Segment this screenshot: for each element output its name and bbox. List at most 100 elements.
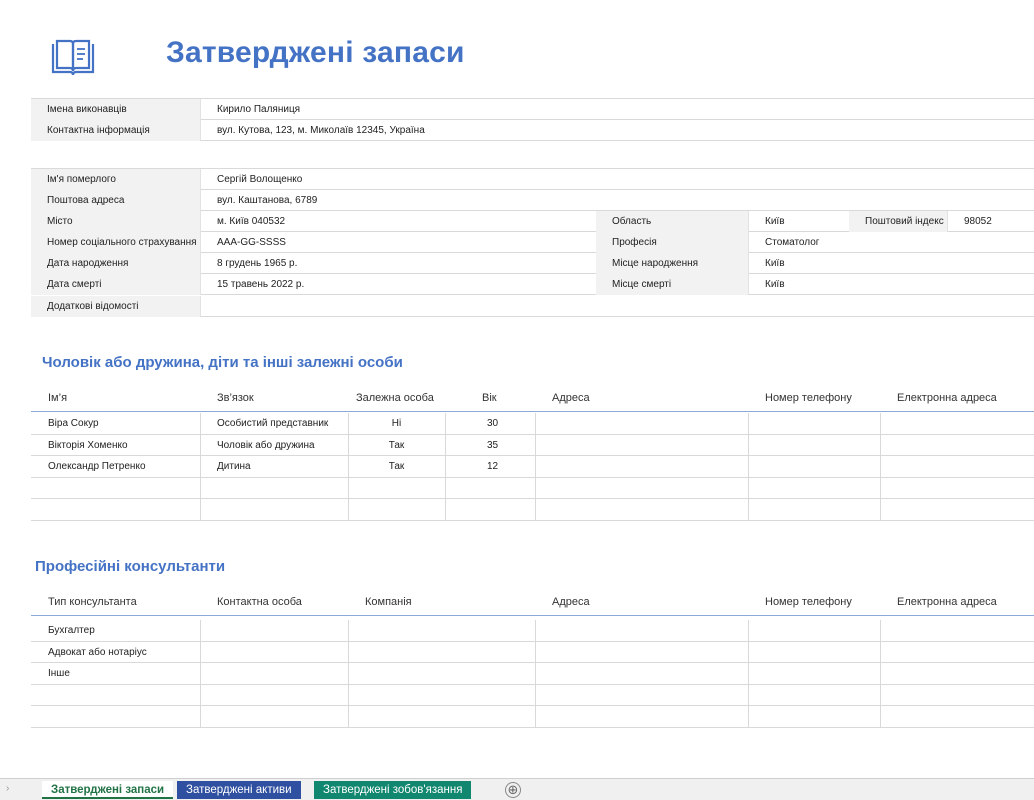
advisors-cell[interactable] [200,620,348,641]
col-advisor-phone: Номер телефону [765,596,852,608]
tab-approved-assets[interactable]: Затверджені активи [177,781,301,799]
dependents-cell[interactable]: Вікторія Хоменко [31,435,200,456]
ssn-value[interactable]: AAA-GG-SSSS [201,232,596,253]
deceased-name-label: Ім'я померлого [31,169,201,190]
tab-approved-inventory[interactable]: Затверджені запаси [42,781,174,799]
advisors-cell[interactable] [535,620,748,641]
dependents-cell[interactable] [348,478,445,499]
advisors-gridline [748,620,749,728]
dependents-cell[interactable] [748,478,880,499]
deceased-name-value[interactable]: Сергій Волощенко [201,169,1034,190]
advisors-row: Інше [31,663,1034,685]
col-advisor-address: Адреса [552,596,590,608]
dependents-cell[interactable] [348,499,445,520]
dependents-cell[interactable] [200,499,348,520]
advisors-cell[interactable] [535,663,748,684]
scroll-left-icon[interactable]: › [6,783,9,794]
advisors-cell[interactable] [535,642,748,663]
dependents-cell[interactable]: 30 [445,413,535,434]
dependents-cell[interactable] [445,499,535,520]
dependents-cell[interactable]: Так [348,456,445,477]
dependents-cell[interactable]: Особистий представник [200,413,348,434]
col-contact: Контактна особа [217,596,302,608]
dependents-cell[interactable] [880,499,1034,520]
dependents-cell[interactable] [445,478,535,499]
dependents-gridline [880,413,881,521]
profession-value[interactable]: Стоматолог [749,232,1034,253]
death-place-value[interactable]: Київ [749,274,1034,295]
advisors-cell[interactable] [535,685,748,706]
executor-contact-value[interactable]: вул. Кутова, 123, м. Миколаїв 12345, Укр… [201,120,1034,141]
dependents-cell[interactable] [535,499,748,520]
deceased-address-value[interactable]: вул. Каштанова, 6789 [201,190,1034,211]
dependents-cell[interactable] [535,435,748,456]
advisors-cell[interactable] [31,706,200,727]
dependents-cell[interactable] [31,499,200,520]
advisors-cell[interactable]: Бухгалтер [31,620,200,641]
birth-place-value[interactable]: Київ [749,253,1034,274]
dependents-cell[interactable]: Ні [348,413,445,434]
col-relation: Зв’язок [217,392,254,404]
birth-date-label: Дата народження [31,253,201,274]
advisors-cell[interactable] [200,663,348,684]
advisors-cell[interactable] [880,706,1034,727]
city-value[interactable]: м. Київ 040532 [201,211,596,232]
zip-value[interactable]: 98052 [948,211,1034,232]
dependents-cell[interactable] [535,413,748,434]
advisors-cell[interactable] [748,685,880,706]
advisors-cell[interactable] [880,663,1034,684]
death-date-value[interactable]: 15 травень 2022 р. [201,274,596,295]
extra-info-value[interactable] [201,296,1034,317]
dependents-cell[interactable] [535,478,748,499]
dependents-cell[interactable] [880,478,1034,499]
advisors-cell[interactable]: Адвокат або нотаріус [31,642,200,663]
executor-names-value[interactable]: Кирило Паляниця [201,99,1034,120]
dependents-cell[interactable]: Так [348,435,445,456]
dependents-cell[interactable] [200,478,348,499]
advisors-cell[interactable] [748,642,880,663]
zip-label: Поштовий індекс [849,211,948,232]
deceased-extra-row: Додаткові відомості [31,296,1034,317]
dependents-cell[interactable]: Віра Сокур [31,413,200,434]
advisors-cell[interactable]: Інше [31,663,200,684]
advisors-cell[interactable] [348,685,535,706]
dependents-cell[interactable] [31,478,200,499]
add-sheet-icon[interactable]: ⊕ [505,782,521,798]
dependents-cell[interactable] [748,435,880,456]
advisors-cell[interactable] [200,706,348,727]
advisors-cell[interactable] [748,706,880,727]
col-age: Вік [482,392,497,404]
dependents-cell[interactable]: Дитина [200,456,348,477]
advisors-cell[interactable] [200,685,348,706]
dependents-header: Ім’я Зв’язок Залежна особа Вік Адреса Но… [31,384,1034,412]
region-value[interactable]: Київ [749,211,849,232]
dependents-cell[interactable]: 35 [445,435,535,456]
dependents-cell[interactable] [748,456,880,477]
dependents-cell[interactable] [880,456,1034,477]
advisors-cell[interactable] [200,642,348,663]
dependents-cell[interactable]: 12 [445,456,535,477]
advisors-cell[interactable] [348,706,535,727]
advisors-cell[interactable] [535,706,748,727]
advisors-cell[interactable] [748,663,880,684]
tab-approved-liabilities[interactable]: Затверджені зобов'язання [314,781,472,799]
dependents-row [31,499,1034,521]
birth-date-value[interactable]: 8 грудень 1965 р. [201,253,596,274]
advisors-cell[interactable] [880,685,1034,706]
advisors-cell[interactable] [880,642,1034,663]
dependents-cell[interactable]: Чоловік або дружина [200,435,348,456]
col-address: Адреса [552,392,590,404]
dependents-cell[interactable] [748,413,880,434]
dependents-cell[interactable] [880,413,1034,434]
dependents-cell[interactable] [748,499,880,520]
advisors-cell[interactable] [348,663,535,684]
dependents-cell[interactable] [880,435,1034,456]
dependents-cell[interactable] [535,456,748,477]
advisors-cell[interactable] [348,620,535,641]
advisors-cell[interactable] [748,620,880,641]
advisors-cell[interactable] [31,685,200,706]
dependents-cell[interactable]: Олександр Петренко [31,456,200,477]
advisors-cell[interactable] [880,620,1034,641]
advisors-cell[interactable] [348,642,535,663]
dependents-gridline [200,413,201,521]
